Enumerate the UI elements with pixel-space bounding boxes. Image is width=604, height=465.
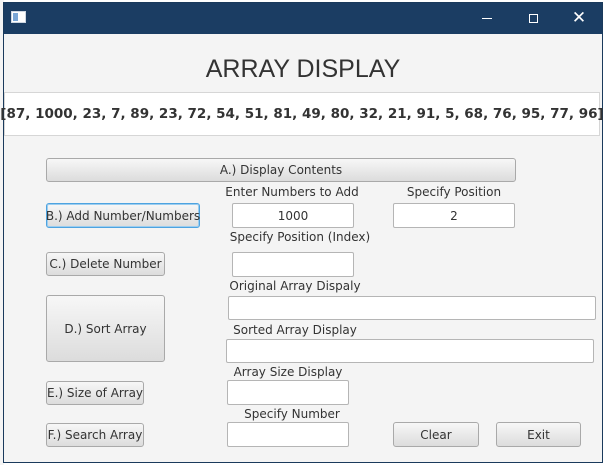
original-array-label: Original Array Dispaly <box>229 279 361 293</box>
delete-number-button[interactable]: C.) Delete Number <box>46 252 165 276</box>
position-index-input[interactable] <box>232 252 354 277</box>
close-button[interactable]: ✕ <box>556 3 602 34</box>
minimize-icon <box>482 18 492 19</box>
app-window-icon <box>11 11 26 23</box>
array-contents-text: [87, 1000, 23, 7, 89, 23, 72, 54, 51, 81… <box>0 106 604 122</box>
add-number-button[interactable]: B.) Add Number/Numbers <box>46 203 200 228</box>
original-array-field[interactable] <box>228 296 596 320</box>
array-display-box: [87, 1000, 23, 7, 89, 23, 72, 54, 51, 81… <box>0 92 604 136</box>
maximize-icon <box>528 14 538 23</box>
position-input[interactable] <box>393 203 515 228</box>
array-size-label: Array Size Display <box>233 365 343 379</box>
enter-numbers-label: Enter Numbers to Add <box>225 185 359 199</box>
array-size-field[interactable] <box>227 380 349 405</box>
search-number-input[interactable] <box>227 422 349 447</box>
clear-button[interactable]: Clear <box>393 422 479 447</box>
size-of-array-button[interactable]: E.) Size of Array <box>46 381 144 405</box>
maximize-button[interactable] <box>510 3 556 34</box>
sort-array-button[interactable]: D.) Sort Array <box>46 295 165 362</box>
sorted-array-label: Sorted Array Display <box>233 323 357 337</box>
sorted-array-field[interactable] <box>226 339 594 363</box>
minimize-button[interactable] <box>464 3 510 34</box>
specify-position-index-label: Specify Position (Index) <box>229 230 371 244</box>
exit-button[interactable]: Exit <box>496 422 581 447</box>
display-contents-button[interactable]: A.) Display Contents <box>46 158 516 182</box>
page-title: ARRAY DISPLAY <box>205 55 401 83</box>
numbers-to-add-input[interactable] <box>232 203 354 228</box>
search-array-button[interactable]: F.) Search Array <box>46 423 144 447</box>
close-icon: ✕ <box>571 8 587 28</box>
specify-position-label: Specify Position <box>406 185 502 199</box>
specify-number-label: Specify Number <box>244 407 340 421</box>
